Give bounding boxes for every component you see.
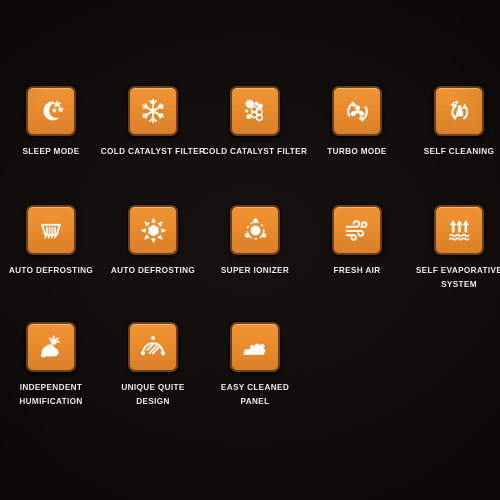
feature-label: TURBO MODE <box>327 147 387 156</box>
tile-cold-catalyst-filter-2[interactable] <box>230 86 280 136</box>
ion-atom-icon <box>244 218 266 240</box>
feature-item-self-evaporative-system[interactable]: SELF EVAPORATIVE SYSTEM <box>408 205 500 292</box>
tile-easy-cleaned-panel[interactable] <box>230 322 280 372</box>
tile-auto-defrosting-1[interactable] <box>26 205 76 255</box>
feature-item-cold-catalyst-filter-2[interactable]: COLD CATALYST FILTER <box>203 86 307 159</box>
tile-cold-catalyst-filter-1[interactable] <box>128 86 178 136</box>
wiping-hand-icon <box>243 343 266 355</box>
fan-rotation-icon <box>346 100 368 122</box>
feature-row-2: AUTO DEFROSTING AUTO DEFROSTING SUPER IO… <box>0 205 500 292</box>
feature-label: SUPER IONIZER <box>220 266 290 275</box>
moon-stars-icon <box>43 99 64 121</box>
tile-sleep-mode[interactable] <box>26 86 76 136</box>
feature-label: AUTO DEFROSTING <box>8 266 94 275</box>
mute-sound-icon <box>140 336 166 356</box>
honeycomb-bubbles-icon <box>245 99 263 122</box>
feature-label: INDEPENDENT HUMIFICATION <box>19 383 83 406</box>
evaporation-arrows-icon <box>448 219 469 241</box>
feature-label: UNIQUE QUITE DESIGN <box>121 383 185 406</box>
defrost-windshield-icon <box>41 223 61 239</box>
feature-label: SELF EVAPORATIVE SYSTEM <box>415 266 500 289</box>
feature-label: AUTO DEFROSTING <box>110 266 196 275</box>
feature-item-self-cleaning[interactable]: SELF CLEANING <box>408 86 500 159</box>
tile-auto-defrosting-2[interactable] <box>128 205 178 255</box>
tile-super-ionizer[interactable] <box>230 205 280 255</box>
feature-label: EASY CLEANED PANEL <box>220 383 290 406</box>
feature-item-turbo-mode[interactable]: TURBO MODE <box>306 86 408 159</box>
snowflake-icon <box>142 98 164 124</box>
feature-label: SLEEP MODE <box>22 147 80 156</box>
spray-bottle-rotation-icon <box>449 99 468 121</box>
feature-label: FRESH AIR <box>333 266 381 275</box>
sun-snowflake-icon <box>139 216 167 244</box>
feature-row-3: INDEPENDENT HUMIFICATION UNIQUE QUITE DE… <box>0 322 500 409</box>
feature-label: COLD CATALYST FILTER <box>202 147 308 156</box>
feature-item-sleep-mode[interactable]: SLEEP MODE <box>0 86 102 159</box>
wind-icon <box>345 220 368 241</box>
tile-unique-quite-design[interactable] <box>128 322 178 372</box>
feature-item-independent-humification[interactable]: INDEPENDENT HUMIFICATION <box>0 322 102 409</box>
feature-label: SELF CLEANING <box>423 147 495 156</box>
feature-item-unique-quite-design[interactable]: UNIQUE QUITE DESIGN <box>102 322 204 409</box>
tile-independent-humification[interactable] <box>26 322 76 372</box>
tile-self-evaporative-system[interactable] <box>434 205 484 255</box>
feature-item-auto-defrosting-2[interactable]: AUTO DEFROSTING <box>102 205 204 292</box>
feature-item-fresh-air[interactable]: FRESH AIR <box>306 205 408 292</box>
feature-item-super-ionizer[interactable]: SUPER IONIZER <box>204 205 306 292</box>
feature-label: COLD CATALYST FILTER <box>100 147 206 156</box>
feature-row-1: SLEEP MODE COLD CATALYST FILTER COLD CAT… <box>0 86 500 159</box>
feature-item-auto-defrosting-1[interactable]: AUTO DEFROSTING <box>0 205 102 292</box>
sun-cloud-droplet-icon <box>40 334 60 358</box>
tile-self-cleaning[interactable] <box>434 86 484 136</box>
feature-icon-board: SLEEP MODE COLD CATALYST FILTER COLD CAT… <box>0 0 500 500</box>
feature-item-easy-cleaned-panel[interactable]: EASY CLEANED PANEL <box>204 322 306 409</box>
tile-fresh-air[interactable] <box>332 205 382 255</box>
feature-item-cold-catalyst-filter-1[interactable]: COLD CATALYST FILTER <box>101 86 205 159</box>
tile-turbo-mode[interactable] <box>332 86 382 136</box>
